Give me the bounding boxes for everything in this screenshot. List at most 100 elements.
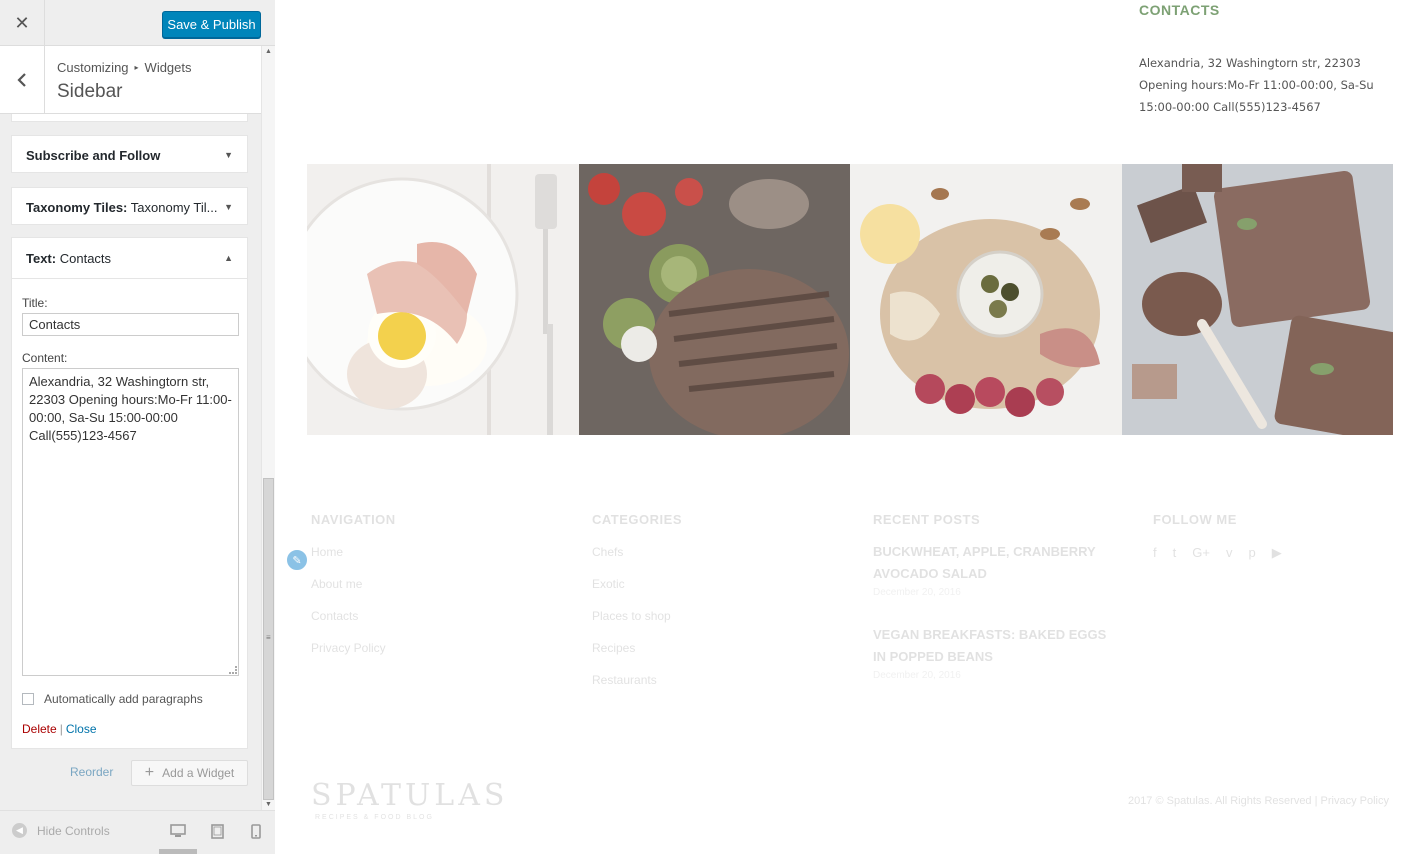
widget-actions: Delete | Close xyxy=(22,722,97,736)
widget-subscribe-follow[interactable]: Subscribe and Follow ▼ xyxy=(11,135,248,173)
twitter-icon[interactable]: t xyxy=(1173,545,1177,561)
category-link[interactable]: Places to shop xyxy=(592,609,682,623)
tile-breakfast-image[interactable] xyxy=(307,164,579,435)
tablet-preview-button[interactable] xyxy=(209,823,225,839)
widget-partial xyxy=(11,114,248,122)
actions-separator: | xyxy=(59,722,63,736)
recent-post-date: December 20, 2016 xyxy=(873,587,961,598)
recent-post-link[interactable]: BUCKWHEAT, APPLE, CRANBERRY AVOCADO SALA… xyxy=(873,541,1113,585)
collapse-icon: ◀ xyxy=(12,823,27,838)
nav-link-home[interactable]: Home xyxy=(311,545,396,559)
footer-categories: CATEGORIES Chefs Exotic Places to shop R… xyxy=(592,512,682,687)
vimeo-icon[interactable]: v xyxy=(1226,545,1233,561)
navigation-title: NAVIGATION xyxy=(311,512,396,527)
footer-recent-posts: RECENT POSTS BUCKWHEAT, APPLE, CRANBERRY… xyxy=(873,512,1113,681)
auto-paragraphs-label: Automatically add paragraphs xyxy=(44,692,203,706)
footer-navigation: NAVIGATION Home About me Contacts Privac… xyxy=(311,512,396,655)
hide-controls-button[interactable]: ◀ Hide Controls xyxy=(12,823,110,838)
tile-steak-image[interactable] xyxy=(578,164,850,435)
customizer-panel: ✕ Save & Publish Customizing ▸ Widgets S… xyxy=(0,0,275,854)
edit-shortcut-button[interactable]: ✎ xyxy=(285,548,309,572)
content-label: Content: xyxy=(22,351,68,365)
breadcrumb-separator: ▸ xyxy=(134,63,139,72)
site-logo-tagline: RECIPES & FOOD BLOG xyxy=(315,814,434,821)
auto-paragraphs-option[interactable]: Automatically add paragraphs xyxy=(22,692,203,706)
widget-subtitle: Contacts xyxy=(59,250,112,266)
delete-link[interactable]: Delete xyxy=(22,722,57,736)
panel-scrollbar[interactable]: ▲ ≡ ▼ xyxy=(261,46,275,810)
widget-title: Subscribe and Follow xyxy=(26,147,161,163)
widget-title: Text: xyxy=(26,250,57,266)
widget-subtitle: Taxonomy Til... xyxy=(130,199,218,215)
widget-taxonomy-tiles[interactable]: Taxonomy Tiles: Taxonomy Til... ▼ xyxy=(11,187,248,225)
hide-controls-label: Hide Controls xyxy=(37,823,110,838)
content-text: Alexandria, 32 Washingtorn str, 22303 Op… xyxy=(29,374,232,443)
mobile-icon xyxy=(251,823,261,839)
caret-down-icon[interactable]: ▼ xyxy=(224,150,233,160)
resize-handle-icon[interactable] xyxy=(229,666,237,674)
breadcrumb-root: Customizing xyxy=(57,60,129,75)
copyright-label: 2017 © Spatulas. All Rights Reserved | xyxy=(1127,795,1318,807)
caret-up-icon[interactable]: ▲ xyxy=(224,253,233,263)
close-link[interactable]: Close xyxy=(66,722,97,736)
content-textarea[interactable]: Alexandria, 32 Washingtorn str, 22303 Op… xyxy=(22,368,239,676)
copyright-text: 2017 © Spatulas. All Rights Reserved | P… xyxy=(1128,795,1389,807)
desktop-icon xyxy=(170,824,186,837)
customizer-footer: ◀ Hide Controls xyxy=(0,810,275,854)
scroll-down-icon[interactable]: ▼ xyxy=(265,801,272,808)
back-button[interactable] xyxy=(0,46,45,114)
chevron-left-icon xyxy=(17,73,26,87)
privacy-policy-link[interactable]: Privacy Policy xyxy=(1321,795,1389,807)
categories-title: CATEGORIES xyxy=(592,512,682,527)
widgets-list: Subscribe and Follow ▼ Taxonomy Tiles: T… xyxy=(0,114,261,810)
title-label: Title: xyxy=(22,296,48,310)
facebook-icon[interactable]: f xyxy=(1153,545,1157,561)
nav-link-about[interactable]: About me xyxy=(311,577,396,591)
widget-title: Taxonomy Tiles: xyxy=(26,199,128,215)
mobile-preview-button[interactable] xyxy=(248,823,264,839)
widget-text-header[interactable]: Text: Contacts ▲ xyxy=(12,238,247,279)
active-device-indicator xyxy=(159,849,197,854)
recent-post-link[interactable]: VEGAN BREAKFASTS: BAKED EGGS IN POPPED B… xyxy=(873,624,1113,668)
widget-text-contacts: Text: Contacts ▲ Title: Contacts Content… xyxy=(11,237,248,749)
taxonomy-tiles-gallery xyxy=(307,164,1393,435)
customizer-header: ✕ Save & Publish xyxy=(0,0,275,46)
scrollbar-thumb[interactable]: ≡ xyxy=(263,478,274,800)
nav-link-privacy[interactable]: Privacy Policy xyxy=(311,641,396,655)
close-customizer-button[interactable]: ✕ xyxy=(0,0,45,46)
google-plus-icon[interactable]: G+ xyxy=(1192,545,1210,561)
grip-icon: ≡ xyxy=(266,633,271,642)
close-icon: ✕ xyxy=(14,12,30,33)
pencil-icon: ✎ xyxy=(292,554,302,567)
auto-paragraphs-checkbox[interactable] xyxy=(22,693,34,705)
title-input[interactable]: Contacts xyxy=(22,313,239,336)
site-preview: CONTACTS Alexandria, 32 Washingtorn str,… xyxy=(275,0,1419,854)
tile-brownies-image[interactable] xyxy=(1121,164,1393,435)
breadcrumb-current: Widgets xyxy=(144,60,192,75)
youtube-icon[interactable]: ▶ xyxy=(1272,545,1282,561)
category-link[interactable]: Exotic xyxy=(592,577,682,591)
scroll-up-icon[interactable]: ▲ xyxy=(265,48,272,55)
nav-link-contacts[interactable]: Contacts xyxy=(311,609,396,623)
contacts-heading: CONTACTS xyxy=(1139,2,1220,18)
pinterest-icon[interactable]: p xyxy=(1248,545,1255,561)
tile-antipasti-image[interactable] xyxy=(850,164,1122,435)
category-link[interactable]: Restaurants xyxy=(592,673,682,687)
section-header: Customizing ▸ Widgets Sidebar xyxy=(0,46,261,114)
footer-follow-me: FOLLOW ME f t G+ v p ▶ xyxy=(1153,512,1282,561)
tablet-icon xyxy=(210,823,224,839)
category-link[interactable]: Recipes xyxy=(592,641,682,655)
save-publish-button[interactable]: Save & Publish xyxy=(162,11,261,38)
recent-posts-title: RECENT POSTS xyxy=(873,512,981,527)
site-logo[interactable]: SPATULAS xyxy=(311,778,508,813)
reorder-link[interactable]: Reorder xyxy=(70,765,113,779)
breadcrumb: Customizing ▸ Widgets xyxy=(57,60,192,75)
desktop-preview-button[interactable] xyxy=(159,823,197,854)
contacts-text: Alexandria, 32 Washingtorn str, 22303 Op… xyxy=(1139,56,1374,114)
category-link[interactable]: Chefs xyxy=(592,545,682,559)
section-title: Sidebar xyxy=(57,81,123,102)
social-icons: f t G+ v p ▶ xyxy=(1153,545,1282,561)
caret-down-icon[interactable]: ▼ xyxy=(224,202,233,212)
add-widget-button[interactable]: + Add a Widget xyxy=(131,760,248,786)
recent-post-date: December 20, 2016 xyxy=(873,670,961,681)
